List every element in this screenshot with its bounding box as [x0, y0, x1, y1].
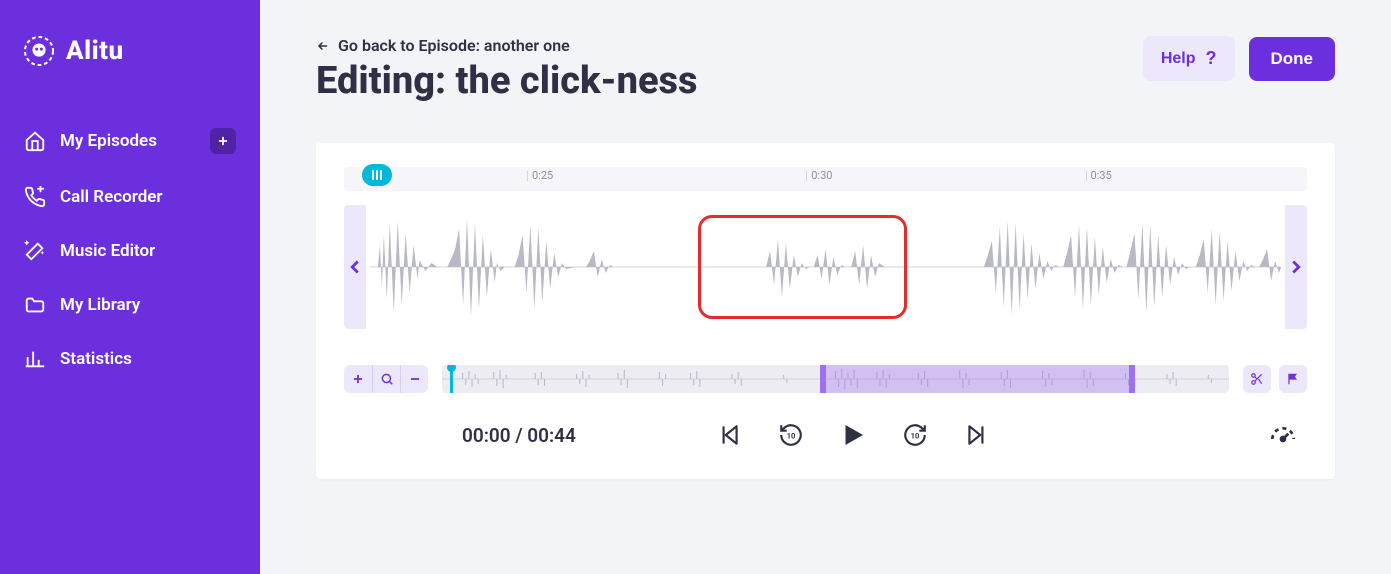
search-icon [380, 372, 394, 386]
sidebar-item-label: Statistics [60, 349, 132, 369]
minimap[interactable] [442, 365, 1229, 393]
add-episode-button[interactable] [210, 128, 236, 154]
sidebar-item-label: My Episodes [60, 131, 157, 151]
nav: My Episodes Call Recorder Music Editor M… [24, 114, 236, 384]
phone-icon [24, 186, 46, 208]
done-label: Done [1271, 49, 1314, 68]
editor-panel: 0:25 0:30 0:35 [316, 143, 1335, 479]
crop-button[interactable] [1279, 365, 1307, 393]
arrow-left-icon [316, 39, 330, 53]
brand-name: Alitu [66, 36, 124, 66]
sidebar-item-call-recorder[interactable]: Call Recorder [24, 172, 236, 222]
zoom-out-button[interactable] [400, 365, 428, 393]
skip-start-button[interactable] [713, 419, 745, 451]
brand: Alitu [24, 36, 236, 66]
skip-end-button[interactable] [961, 419, 993, 451]
flag-icon [1286, 372, 1300, 386]
waveform-next-button[interactable] [1285, 205, 1307, 329]
transport-controls: 10 10 [713, 419, 993, 451]
help-button[interactable]: Help ? [1143, 36, 1235, 81]
home-icon [24, 130, 46, 152]
minus-icon [408, 372, 422, 386]
skip-forward-icon [964, 422, 990, 448]
sidebar-item-label: My Library [60, 295, 140, 315]
sidebar-item-my-episodes[interactable]: My Episodes [24, 114, 236, 168]
wand-icon [24, 240, 46, 262]
waveform-canvas[interactable] [370, 205, 1281, 329]
split-button[interactable] [1243, 365, 1271, 393]
question-icon: ? [1206, 48, 1217, 69]
playback-speed-button[interactable] [1267, 419, 1299, 451]
plus-icon [216, 134, 230, 148]
rewind-10-button[interactable]: 10 [775, 419, 807, 451]
sidebar-item-label: Call Recorder [60, 187, 163, 207]
transport-bar: 00:00 / 00:44 10 10 [344, 419, 1307, 451]
waveform-area [344, 205, 1307, 329]
sidebar-item-music-editor[interactable]: Music Editor [24, 226, 236, 276]
ruler-tick: 0:35 [1086, 171, 1112, 181]
zoom-fit-button[interactable] [372, 365, 400, 393]
sidebar-item-label: Music Editor [60, 241, 155, 261]
rewind-10-icon: 10 [778, 422, 804, 448]
zoom-group [344, 365, 428, 393]
sidebar-item-my-library[interactable]: My Library [24, 280, 236, 330]
forward-10-icon: 10 [902, 422, 928, 448]
header: Go back to Episode: another one Editing:… [316, 36, 1335, 103]
zoom-in-button[interactable] [344, 365, 372, 393]
plus-icon [351, 372, 365, 386]
brand-logo-icon [24, 36, 54, 66]
chevron-left-icon [344, 256, 366, 278]
waveform-svg [370, 205, 1281, 329]
minimap-playhead[interactable] [450, 365, 453, 393]
sidebar-item-statistics[interactable]: Statistics [24, 334, 236, 384]
help-label: Help [1161, 50, 1196, 68]
time-display: 00:00 / 00:44 [462, 424, 576, 447]
back-link-text: Go back to Episode: another one [338, 36, 570, 55]
ruler-tick: 0:25 [527, 171, 553, 181]
header-actions: Help ? Done [1143, 36, 1335, 81]
waveform-prev-button[interactable] [344, 205, 366, 329]
tool-buttons [1243, 365, 1307, 393]
done-button[interactable]: Done [1249, 37, 1336, 81]
play-button[interactable] [837, 419, 869, 451]
gauge-icon [1267, 419, 1299, 451]
skip-back-icon [716, 422, 742, 448]
folder-icon [24, 294, 46, 316]
minimap-selection[interactable] [820, 365, 1135, 393]
page-title: Editing: the click-ness [316, 59, 698, 103]
play-icon [838, 420, 868, 450]
chevron-right-icon [1285, 256, 1307, 278]
current-time: 00:00 [462, 424, 511, 447]
back-link[interactable]: Go back to Episode: another one [316, 36, 698, 55]
playhead-marker[interactable] [362, 164, 392, 186]
minimap-row [344, 365, 1307, 393]
main: Go back to Episode: another one Editing:… [260, 0, 1391, 574]
ruler-tick: 0:30 [806, 171, 832, 181]
scissors-icon [1250, 372, 1264, 386]
forward-10-button[interactable]: 10 [899, 419, 931, 451]
sidebar: Alitu My Episodes Call Recorder Music Ed… [0, 0, 260, 574]
svg-text:10: 10 [787, 431, 796, 440]
timeline-ruler[interactable]: 0:25 0:30 0:35 [344, 167, 1307, 191]
bars-icon [24, 348, 46, 370]
svg-text:10: 10 [911, 431, 920, 440]
total-time: 00:44 [527, 424, 576, 447]
